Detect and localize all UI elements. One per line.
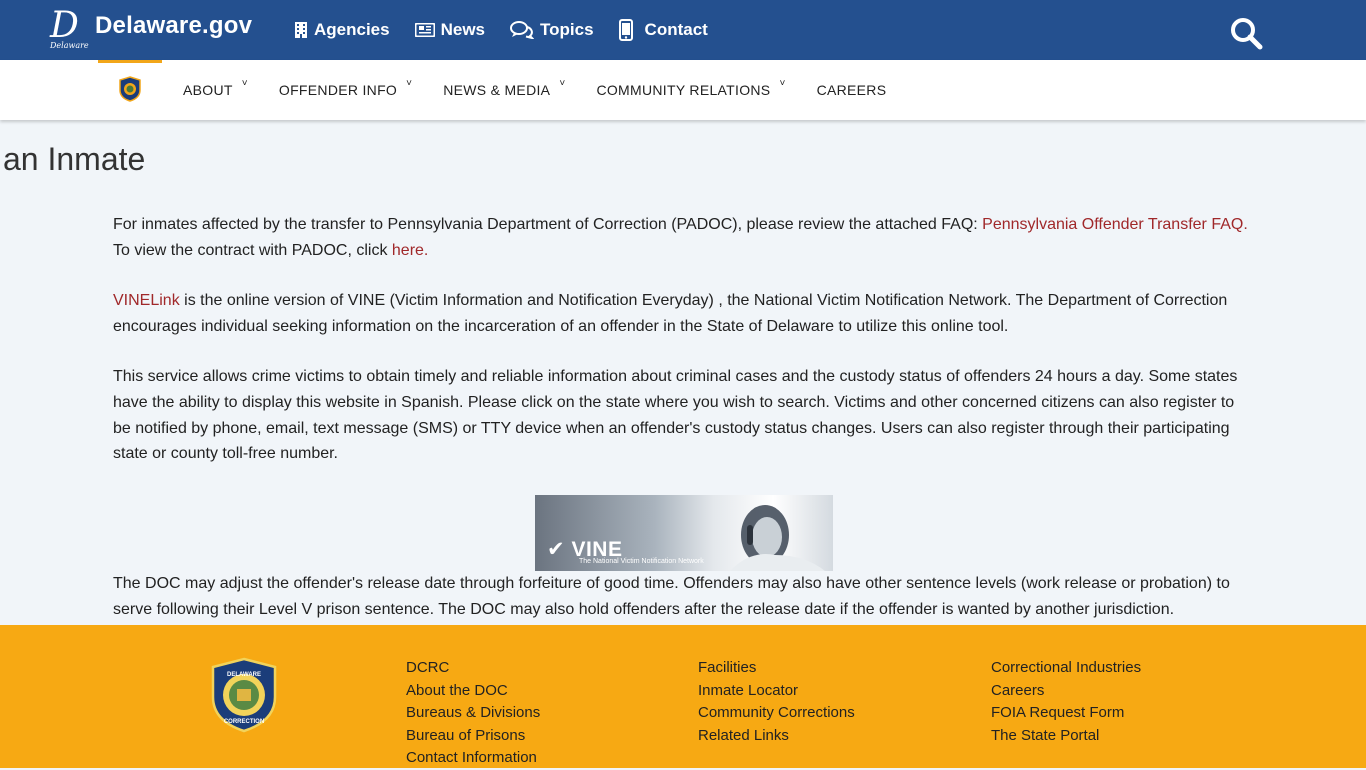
doc-seal-icon — [119, 76, 141, 102]
footer-link-community-corrections[interactable]: Community Corrections — [698, 702, 855, 725]
footer-link-facilities[interactable]: Facilities — [698, 657, 855, 680]
subnav-item-community-relations[interactable]: COMMUNITY RELATIONS ˅ — [596, 78, 785, 98]
footer: DELAWARE CORRECTION DCRC About the DOC B… — [0, 625, 1366, 768]
footer-link-correctional-industries[interactable]: Correctional Industries — [991, 657, 1141, 680]
search-icon — [1231, 18, 1263, 50]
top-bar: D Delaware Delaware.gov Agencies News To… — [0, 0, 1366, 60]
footer-link-bureaus-divisions[interactable]: Bureaus & Divisions — [406, 702, 540, 725]
footer-column-3: Correctional Industries Careers FOIA Req… — [991, 657, 1141, 747]
vinelink-link[interactable]: VINELink — [113, 292, 180, 309]
delaware-d-icon: D — [50, 5, 79, 46]
nav-news-label: News — [440, 20, 486, 39]
page-title: an Inmate — [3, 141, 146, 177]
nav-topics-label: Topics — [540, 20, 594, 39]
footer-link-inmate-locator[interactable]: Inmate Locator — [698, 680, 855, 703]
subnav-item-offender-info[interactable]: OFFENDER INFO ˅ — [278, 78, 412, 98]
chevron-down-icon: ˅ — [559, 78, 566, 89]
subnav-item-label: CAREERS — [816, 82, 887, 98]
footer-link-bureau-of-prisons[interactable]: Bureau of Prisons — [406, 725, 540, 748]
logo-subtitle: Delaware — [50, 41, 89, 50]
chevron-down-icon: ˅ — [241, 78, 248, 89]
doc-home-link[interactable] — [98, 60, 162, 120]
logo-text: Delaware.gov — [95, 12, 253, 39]
newspaper-icon — [414, 23, 435, 37]
service-paragraph: This service allows crime victims to obt… — [113, 368, 1238, 463]
vine-banner-link[interactable]: ✔ VINE The National Victim Notification … — [535, 495, 833, 571]
footer-link-careers[interactable]: Careers — [991, 680, 1141, 703]
subnav-item-careers[interactable]: CAREERS — [817, 82, 887, 98]
nav-contact[interactable]: Contact — [618, 19, 708, 41]
department-nav: ABOUT ˅ OFFENDER INFO ˅ NEWS & MEDIA ˅ COMM… — [0, 60, 1366, 120]
chevron-down-icon: ˅ — [779, 78, 786, 89]
delaware-gov-logo[interactable]: D Delaware Delaware.gov — [50, 8, 260, 52]
subnav-item-label: ABOUT — [183, 82, 233, 98]
subnav-item-label: NEWS & MEDIA — [443, 82, 551, 98]
paragraph-text: To view the contract with PADOC, click — [113, 241, 392, 259]
footer-link-contact-information[interactable]: Contact Information — [406, 747, 540, 770]
subnav-item-news-media[interactable]: NEWS & MEDIA ˅ — [443, 78, 565, 98]
nav-agencies[interactable]: Agencies — [294, 20, 390, 40]
chevron-down-icon: ˅ — [406, 78, 413, 89]
nav-contact-label: Contact — [644, 20, 708, 39]
footer-link-state-portal[interactable]: The State Portal — [991, 725, 1141, 748]
nav-topics[interactable]: Topics — [510, 20, 594, 40]
footer-link-dcrc[interactable]: DCRC — [406, 657, 540, 680]
padoc-paragraph: For inmates affected by the transfer to … — [113, 212, 1253, 264]
subnav-item-label: COMMUNITY RELATIONS — [596, 82, 771, 98]
padoc-contract-link[interactable]: here. — [392, 242, 428, 259]
footer-column-1: DCRC About the DOC Bureaus & Divisions B… — [406, 657, 540, 770]
footer-column-2: Facilities Inmate Locator Community Corr… — [698, 657, 855, 747]
footer-link-about-doc[interactable]: About the DOC — [406, 680, 540, 703]
search-button[interactable] — [1228, 15, 1264, 51]
subnav-items: ABOUT ˅ OFFENDER INFO ˅ NEWS & MEDIA ˅ COMM… — [183, 60, 917, 120]
nav-agencies-label: Agencies — [314, 20, 390, 39]
subnav-item-about[interactable]: ABOUT ˅ — [183, 78, 248, 98]
phone-icon — [618, 19, 633, 41]
release-date-paragraph: The DOC may adjust the offender's releas… — [113, 575, 1230, 618]
padoc-faq-link[interactable]: Pennsylvania Offender Transfer FAQ. — [982, 216, 1248, 233]
paragraph-text: For inmates affected by the transfer to … — [113, 216, 983, 233]
footer-link-foia-request[interactable]: FOIA Request Form — [991, 702, 1141, 725]
seal-bottom-text: CORRECTION — [224, 719, 264, 725]
subnav-item-label: OFFENDER INFO — [278, 82, 398, 98]
vine-tagline: The National Victim Notification Network — [579, 558, 704, 565]
building-icon — [295, 22, 307, 38]
paragraph-text: is the online version of VINE (Victim In… — [113, 292, 1228, 335]
nav-news[interactable]: News — [414, 20, 486, 40]
seal-top-text: DELAWARE — [227, 672, 261, 678]
doc-seal-icon: DELAWARE CORRECTION — [211, 657, 277, 733]
top-nav: Agencies News Topics Contact — [294, 0, 733, 60]
check-icon: ✔ — [547, 538, 566, 561]
footer-link-related-links[interactable]: Related Links — [698, 725, 855, 748]
chat-bubbles-icon — [510, 21, 535, 39]
vinelink-paragraph: VINELink is the online version of VINE (… — [113, 288, 1253, 340]
